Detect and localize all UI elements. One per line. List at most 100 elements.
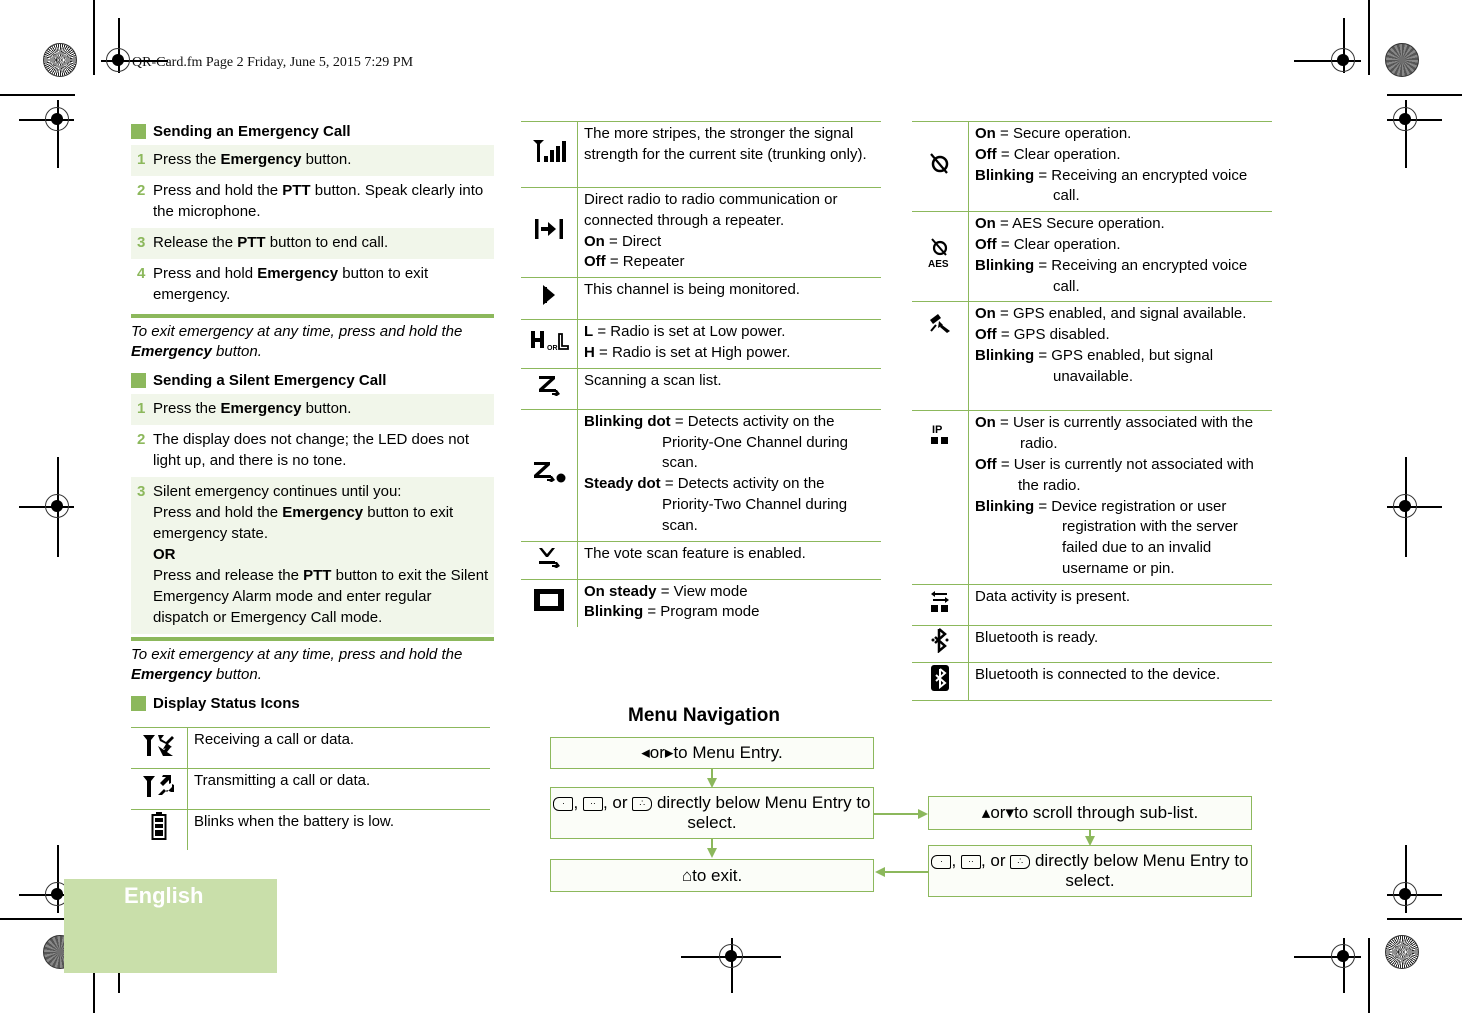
nav-step-menu-entry: ◂ or ▸ to Menu Entry. (550, 737, 874, 769)
sunburst-mark (1385, 935, 1419, 969)
icon-row: The vote scan feature is enabled. (521, 541, 881, 580)
icon-row: Blinks when the battery is low. (131, 809, 490, 850)
registration-mark (1393, 107, 1417, 131)
registration-mark (106, 48, 130, 72)
down-arrow-key-icon: ▾ (1005, 803, 1014, 822)
softkey-right-icon: ∴ (1010, 854, 1031, 869)
step-item: 2 The display does not change; the LED d… (137, 431, 470, 469)
language-tab: English (64, 879, 277, 973)
gps-icon (912, 301, 969, 412)
registration-mark (45, 107, 69, 131)
flow-arrow (918, 809, 928, 819)
talkaround-icon (521, 187, 578, 279)
nav-step-exit: ⌂ to exit. (550, 859, 874, 892)
status-icons-table-left: Receiving a call or data. Transmitting a… (131, 727, 490, 850)
icon-row: Bluetooth is ready. (912, 625, 1272, 663)
nav-step-select-sub: ·, ··, or ∴ directly below Menu Entry to… (928, 845, 1252, 897)
svg-text:AES: AES (928, 259, 949, 269)
icon-row: The more stripes, the stronger the signa… (521, 121, 881, 188)
softkey-left-icon: · (931, 854, 952, 869)
icon-row: Direct radio to radio communication or c… (521, 187, 881, 279)
icon-row: Data activity is present. (912, 584, 1272, 626)
trim-line (0, 94, 75, 96)
vote-scan-icon (521, 541, 578, 580)
icon-row: OR L = Radio is set at Low power. H = Ra… (521, 319, 881, 369)
mode-icon (521, 579, 578, 628)
aes-secure-icon: AES (912, 211, 969, 303)
exit-emergency-note: To exit emergency at any time, press and… (131, 646, 463, 683)
step-item: 3 Silent emergency continues until you: … (131, 477, 494, 634)
status-icons-table-middle: The more stripes, the stronger the signa… (521, 121, 881, 628)
up-arrow-key-icon: ▴ (981, 803, 991, 822)
section-bullet-icon (131, 695, 146, 711)
signal-strength-icon (521, 121, 578, 188)
trim-line (1387, 918, 1462, 920)
registration-mark (1331, 48, 1355, 72)
sunburst-mark (1385, 43, 1419, 77)
section-divider (131, 314, 494, 318)
language-label: English (124, 883, 204, 908)
transmitting-icon (131, 768, 188, 810)
trim-line (93, 0, 95, 75)
registration-mark (1331, 944, 1355, 968)
trim-line (1368, 938, 1370, 1013)
data-activity-icon (912, 584, 969, 626)
icon-row: IP On = User is currently associated wit… (912, 410, 1272, 585)
right-arrow-key-icon: ▸ (664, 743, 674, 762)
section-bullet-icon (131, 123, 146, 139)
section-divider (131, 637, 494, 641)
home-key-icon: ⌂ (681, 865, 693, 885)
section-heading-status-icons: Display Status Icons (131, 693, 494, 713)
nav-step-scroll: ▴ or ▾ to scroll through sub-list. (928, 796, 1252, 830)
flow-arrow (875, 867, 885, 877)
monitor-icon (521, 277, 578, 321)
section-heading-emergency-call: Sending an Emergency Call (131, 121, 494, 141)
icon-row: Scanning a scan list. (521, 368, 881, 410)
trim-line (1387, 94, 1462, 96)
bluetooth-connected-icon (912, 662, 969, 701)
left-column: Sending an Emergency Call 1 Press the Em… (131, 121, 494, 717)
softkey-right-icon: ∴ (632, 796, 653, 811)
step-item: 4 Press and hold Emergency button to exi… (137, 265, 429, 303)
step-item: 1 Press the Emergency button. (131, 145, 494, 176)
menu-navigation-title: Menu Navigation (628, 705, 781, 726)
svg-text:IP: IP (932, 424, 942, 436)
icon-row: This channel is being monitored. (521, 277, 881, 321)
flow-arrow (707, 848, 717, 858)
icon-row: Blinking dot = Detects activity on the P… (521, 409, 881, 542)
scan-icon (521, 368, 578, 410)
icon-row: On = Secure operation. Off = Clear opera… (912, 120, 1272, 213)
priority-scan-icon (521, 409, 578, 542)
softkey-middle-icon: ·· (960, 854, 981, 869)
step-item: 3 Release the PTT button to end call. (131, 228, 494, 259)
registration-mark (719, 944, 743, 968)
sunburst-mark (43, 43, 77, 77)
section-heading-silent-call: Sending a Silent Emergency Call (131, 370, 494, 390)
file-info-header: QR-Card.fm Page 2 Friday, June 5, 2015 7… (132, 55, 414, 70)
softkey-middle-icon: ·· (582, 796, 603, 811)
trim-line (1368, 0, 1370, 75)
svg-text:OR: OR (547, 345, 558, 352)
icon-row: On = GPS enabled, and signal available. … (912, 301, 1272, 412)
icon-row: Receiving a call or data. (131, 727, 490, 769)
softkey-left-icon: · (553, 796, 574, 811)
exit-emergency-note: To exit emergency at any time, press and… (131, 323, 463, 360)
icon-row: AES On = AES Secure operation. Off = Cle… (912, 211, 1272, 303)
registration-mark (1393, 494, 1417, 518)
bluetooth-ready-icon (912, 625, 969, 663)
icon-row: Transmitting a call or data. (131, 768, 490, 810)
step-item: 1 Press the Emergency button. (131, 394, 494, 425)
ip-icon: IP (912, 410, 969, 585)
status-icons-table-right: On = Secure operation. Off = Clear opera… (912, 120, 1272, 701)
nav-step-select: ·, ··, or ∴ directly below Menu Entry to… (550, 787, 874, 839)
left-arrow-key-icon: ◂ (641, 743, 650, 762)
section-bullet-icon (131, 372, 146, 388)
power-level-icon: OR (521, 319, 578, 369)
battery-icon (131, 809, 188, 850)
step-item: 2 Press and hold the PTT button. Speak c… (137, 182, 484, 220)
secure-icon (912, 120, 969, 213)
registration-mark (45, 494, 69, 518)
icon-row: On steady = View mode Blinking = Program… (521, 579, 881, 628)
icon-row: Bluetooth is connected to the device. (912, 662, 1272, 701)
registration-mark (1393, 882, 1417, 906)
